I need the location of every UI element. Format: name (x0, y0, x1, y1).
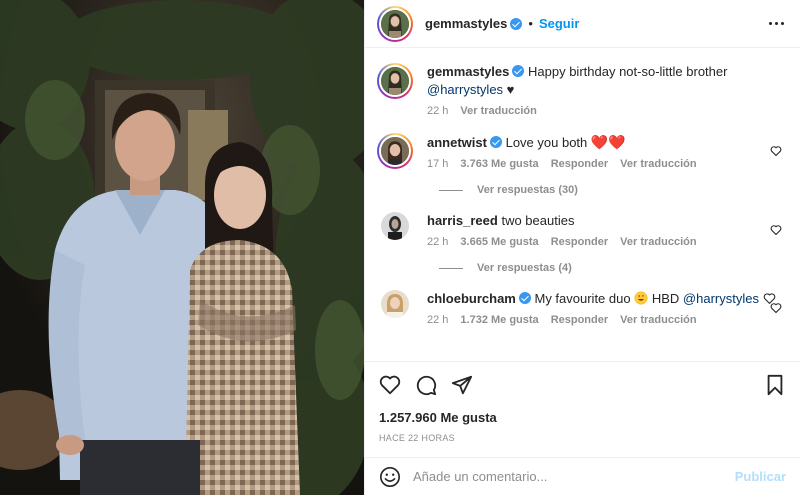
comment-text: My favourite duo (534, 291, 631, 306)
comment-row: chloeburcham My favourite duo HBD @harry… (377, 290, 788, 326)
commenter-avatar[interactable] (377, 133, 413, 169)
caption-username[interactable]: gemmastyles (427, 64, 509, 79)
view-replies-label: Ver respuestas (4) (477, 262, 572, 274)
translate-link[interactable]: Ver traducción (620, 314, 696, 326)
view-replies-button[interactable]: Ver respuestas (30) (439, 184, 788, 196)
share-paper-plane-icon[interactable] (451, 374, 473, 396)
caption-text: Happy birthday not-so-little brother (528, 64, 728, 79)
save-bookmark-icon[interactable] (764, 374, 786, 396)
comment-username[interactable]: chloeburcham (427, 291, 516, 306)
verified-badge-icon (512, 65, 525, 77)
post-actions: 1.257.960 Me gusta HACE 22 HORAS (365, 361, 800, 443)
follow-button[interactable]: Seguir (539, 16, 579, 31)
commenter-avatar-image (381, 137, 409, 165)
caption-avatar-image (381, 67, 409, 95)
like-heart-icon[interactable] (379, 374, 401, 396)
author-username[interactable]: gemmastyles (425, 16, 507, 31)
comment-text: two beauties (501, 213, 575, 228)
comments-list[interactable]: gemmastyles Happy birthday not-so-little… (365, 49, 800, 361)
author-avatar[interactable] (377, 5, 413, 42)
comment-time[interactable]: 17 h (427, 158, 448, 170)
author-avatar-image (381, 9, 409, 38)
comment-time[interactable]: 22 h (427, 236, 448, 248)
commenter-avatar[interactable] (377, 212, 413, 248)
comment-bubble-icon[interactable] (415, 374, 437, 396)
comment-time[interactable]: 22 h (427, 314, 448, 326)
reply-button[interactable]: Responder (551, 314, 608, 326)
post-likes-count[interactable]: 1.257.960 Me gusta (379, 410, 786, 425)
caption-heart: ♥ (503, 82, 515, 97)
comment-row: harris_reed two beauties 22 h 3.665 Me g… (377, 212, 788, 248)
comment-likes-count[interactable]: 3.763 Me gusta (460, 158, 538, 170)
comment-username[interactable]: harris_reed (427, 213, 498, 228)
caption-mention-link[interactable]: @harrystyles (427, 82, 503, 97)
comment-input[interactable] (413, 469, 735, 484)
verified-badge-icon (510, 17, 523, 30)
instagram-post: gemmastyles • Seguir gemmastyles Happy b… (0, 0, 800, 495)
comment-text: Love you both (505, 135, 588, 150)
view-replies-label: Ver respuestas (30) (477, 184, 578, 196)
reply-button[interactable]: Responder (551, 158, 608, 170)
comment-likes-count[interactable]: 3.665 Me gusta (460, 236, 538, 248)
caption-row: gemmastyles Happy birthday not-so-little… (377, 63, 788, 117)
comment-likes-count[interactable]: 1.732 Me gusta (460, 314, 538, 326)
post-header: gemmastyles • Seguir (365, 0, 800, 48)
verified-badge-icon (489, 136, 502, 148)
view-replies-button[interactable]: Ver respuestas (4) (439, 262, 788, 274)
add-comment-bar: Publicar (365, 457, 800, 495)
commenter-avatar[interactable] (377, 290, 413, 326)
like-comment-heart-icon[interactable] (770, 302, 782, 314)
emoji-picker-icon[interactable] (379, 466, 401, 488)
separator-dot: • (528, 16, 533, 31)
like-comment-heart-icon[interactable] (770, 224, 782, 236)
comment-row: annetwist Love you both ❤️❤️ 17 h 3.763 … (377, 133, 788, 170)
post-photo[interactable] (0, 0, 364, 495)
post-timestamp: HACE 22 HORAS (379, 433, 455, 443)
verified-badge-icon (518, 292, 531, 304)
reply-button[interactable]: Responder (551, 236, 608, 248)
caption-author-avatar[interactable] (377, 63, 413, 99)
red-heart-emoji-icon: ❤️❤️ (590, 134, 626, 150)
post-image (0, 0, 364, 495)
comment-mention-link[interactable]: @harrystyles (683, 291, 759, 306)
like-comment-heart-icon[interactable] (770, 145, 782, 157)
more-options-icon[interactable] (766, 22, 786, 25)
caption-translate-link[interactable]: Ver traducción (460, 105, 536, 117)
commenter-avatar-image (381, 212, 409, 240)
heart-eyes-emoji-icon (634, 291, 648, 305)
commenter-avatar-image (381, 290, 409, 318)
translate-link[interactable]: Ver traducción (620, 158, 696, 170)
caption-time[interactable]: 22 h (427, 105, 448, 117)
publish-button[interactable]: Publicar (735, 469, 786, 484)
comment-text-hbd: HBD (651, 291, 680, 306)
comment-username[interactable]: annetwist (427, 135, 487, 150)
post-side-panel: gemmastyles • Seguir gemmastyles Happy b… (364, 0, 800, 495)
translate-link[interactable]: Ver traducción (620, 236, 696, 248)
